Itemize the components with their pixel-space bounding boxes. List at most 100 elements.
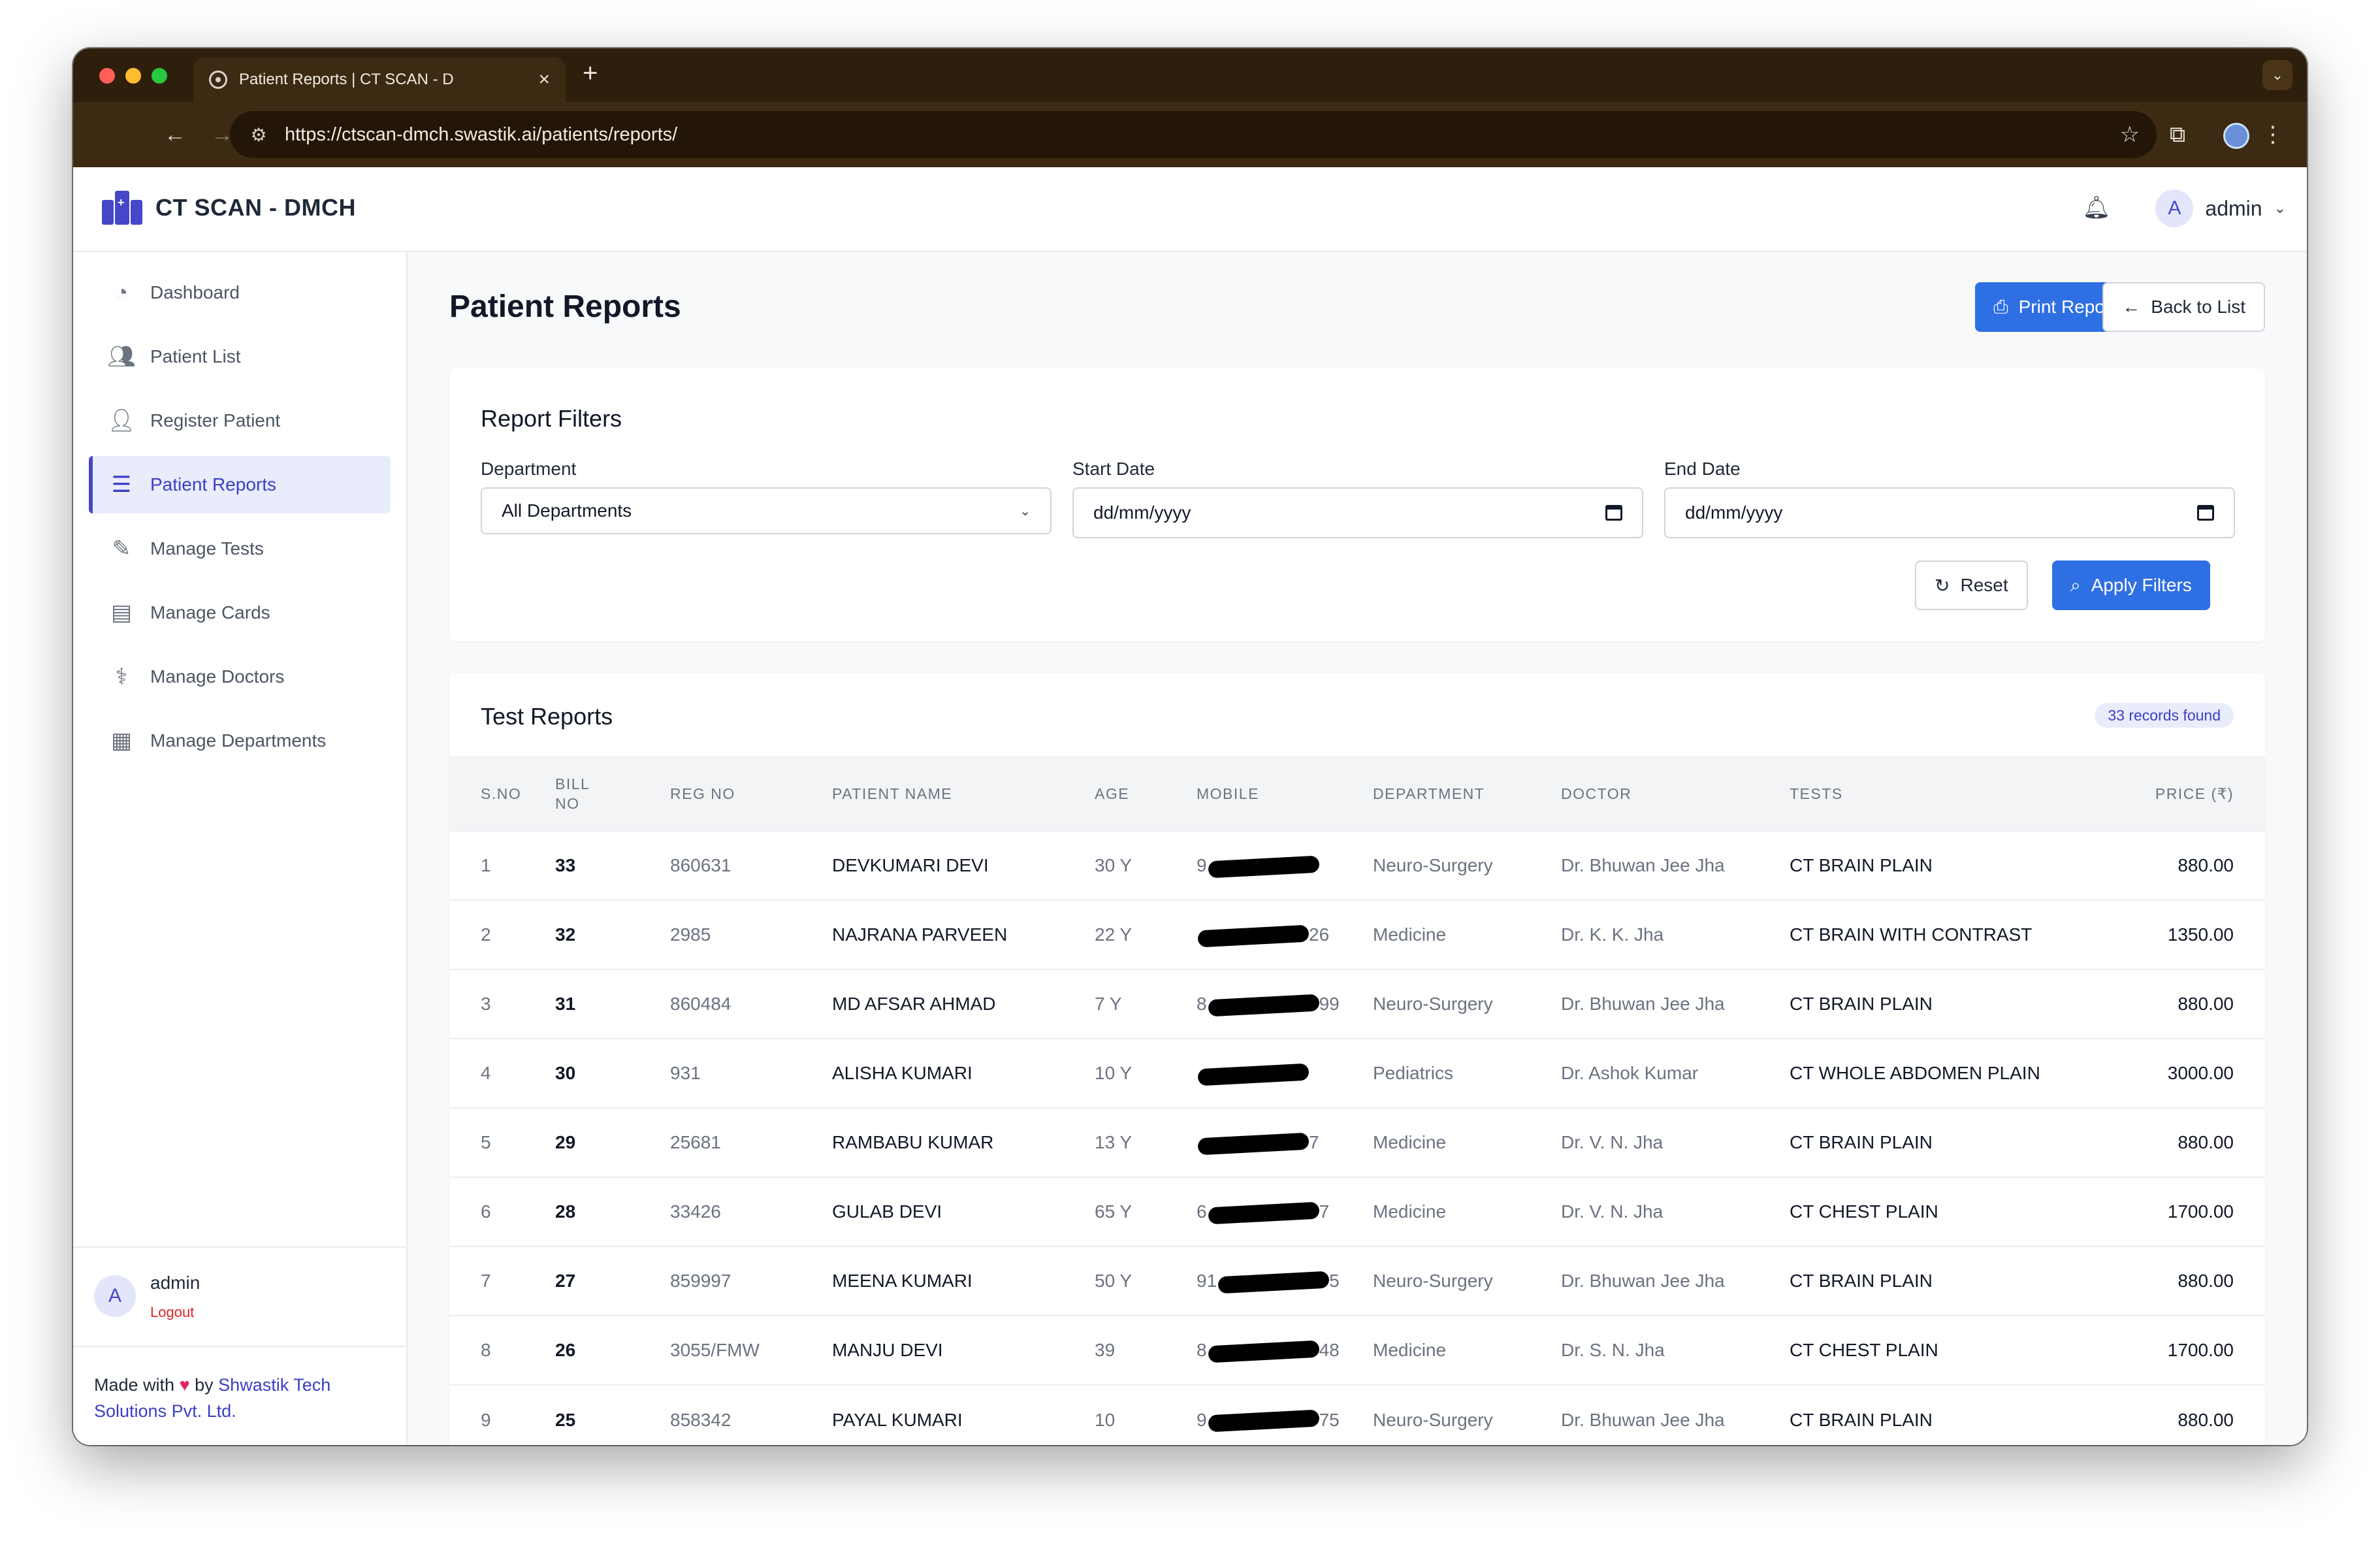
- cell-age: 7 Y: [1095, 969, 1197, 1039]
- bookmark-star-icon[interactable]: ☆: [2120, 122, 2140, 148]
- report-filters-card: Report Filters Department Start Date End…: [449, 368, 2265, 642]
- table-row[interactable]: 6 28 33426 GULAB DEVI 65 Y 6 7 Medicine Dr. V. N…: [449, 1177, 2265, 1246]
- address-bar[interactable]: ⚙ https://ctscan-dmch.swastik.ai/patient…: [230, 111, 2157, 158]
- maximize-window-button[interactable]: [152, 68, 167, 84]
- brand[interactable]: + CT SCAN - DMCH: [102, 191, 356, 225]
- sidebar-item-label: Manage Departments: [150, 730, 327, 751]
- footer-credit: Made with ♥ by Shwastik Tech Solutions P…: [94, 1372, 394, 1424]
- site-settings-icon[interactable]: ⚙: [247, 123, 270, 146]
- cell-bill-no: 25: [555, 1384, 670, 1445]
- close-tab-icon[interactable]: ×: [538, 70, 550, 89]
- table-row[interactable]: 4 30 931 ALISHA KUMARI 10 Y Pediatrics Dr. Ash…: [449, 1038, 2265, 1108]
- cell-mobile: 67: [1197, 1177, 1373, 1246]
- cell-department: Neuro-Surgery: [1373, 1246, 1561, 1316]
- browser-toolbar: ← → ↻ ⚙ https://ctscan-dmch.swastik.ai/p…: [73, 102, 2307, 167]
- globe-icon: [209, 71, 227, 89]
- sidebar-item-patient-list[interactable]: 👥︎ Patient List: [89, 328, 391, 385]
- department-label: Department: [481, 459, 577, 479]
- sidebar-item-register-patient[interactable]: 👤︎ Register Patient: [89, 392, 391, 449]
- cell-test: CT WHOLE ABDOMEN PLAIN: [1790, 1038, 2103, 1108]
- cell-bill-no: 33: [555, 830, 670, 900]
- sidebar-item-manage-cards[interactable]: ▤ Manage Cards: [89, 584, 391, 642]
- logout-link[interactable]: Logout: [150, 1304, 194, 1321]
- redaction-mark: [1197, 924, 1310, 948]
- more-menu-icon[interactable]: ⋮: [2257, 119, 2289, 150]
- start-date-label: Start Date: [1072, 459, 1155, 479]
- sidebar-item-patient-reports[interactable]: ☰ Patient Reports: [89, 456, 391, 513]
- cell-department: Medicine: [1373, 1107, 1561, 1177]
- table-row[interactable]: 7 27 859997 MEENA KUMARI 50 Y 91 5 Neuro-Surger…: [449, 1246, 2265, 1316]
- table-row[interactable]: 9 25 858342 PAYAL KUMARI 10 9 75 Neuro-Surgery D…: [449, 1384, 2265, 1445]
- table-row[interactable]: 1 33 860631 DEVKUMARI DEVI 30 Y 9 Neuro-Surger…: [449, 830, 2265, 900]
- user-menu[interactable]: A admin ⌄: [2155, 189, 2286, 227]
- back-arrow-icon[interactable]: ←: [161, 120, 189, 149]
- reset-button[interactable]: ↻ Reset: [1915, 560, 2028, 610]
- mobile-visible-suffix: 99: [1319, 994, 1340, 1014]
- cell-test: CT CHEST PLAIN: [1790, 1315, 2103, 1385]
- cell-price: 1350.00: [2103, 900, 2265, 969]
- sidebar-item-manage-doctors[interactable]: ⚕ Manage Doctors: [89, 648, 391, 706]
- col-age[interactable]: AGE: [1095, 756, 1197, 831]
- browser-tabbar: Patient Reports | CT SCAN - D × + ⌄: [73, 48, 2307, 102]
- profile-avatar-icon[interactable]: [2223, 123, 2249, 149]
- department-select[interactable]: All Departments ⌄: [481, 487, 1052, 534]
- cell-price: 880.00: [2103, 830, 2265, 900]
- end-date-value: dd/mm/yyyy: [1685, 502, 1783, 523]
- sidebar-item-manage-tests[interactable]: ✎ Manage Tests: [89, 520, 391, 577]
- user-doctor-icon: ⚕: [115, 664, 128, 689]
- col-mobile[interactable]: MOBILE: [1197, 756, 1373, 831]
- calendar-icon[interactable]: [2197, 505, 2214, 521]
- arrow-left-icon: ←: [2122, 297, 2141, 317]
- col-reg-no[interactable]: REG NO: [670, 756, 832, 831]
- back-to-list-button[interactable]: ← Back to List: [2102, 282, 2265, 332]
- end-date-label: End Date: [1664, 459, 1741, 479]
- start-date-input[interactable]: dd/mm/yyyy: [1072, 487, 1643, 538]
- col-price[interactable]: PRICE (₹): [2103, 756, 2265, 831]
- col-bill-no[interactable]: BILL NO: [555, 756, 670, 831]
- mobile-visible-prefix: 8: [1197, 994, 1207, 1014]
- browser-tab-active[interactable]: Patient Reports | CT SCAN - D ×: [193, 57, 566, 102]
- col-sno[interactable]: S.NO: [449, 756, 555, 831]
- extensions-puzzle-icon[interactable]: ⧉: [2162, 119, 2193, 150]
- new-tab-button[interactable]: +: [583, 60, 598, 86]
- cell-sno: 3: [449, 969, 555, 1039]
- table-row[interactable]: 3 31 860484 MD AFSAR AHMAD 7 Y 8 99 Neuro-Surge…: [449, 969, 2265, 1039]
- end-date-input[interactable]: dd/mm/yyyy: [1664, 487, 2235, 538]
- cell-bill-no: 29: [555, 1107, 670, 1177]
- cell-reg-no: 931: [670, 1038, 832, 1108]
- calendar-icon[interactable]: [1605, 505, 1622, 521]
- mobile-visible-suffix: 75: [1319, 1409, 1340, 1430]
- col-tests[interactable]: TESTS: [1790, 756, 2103, 831]
- cell-mobile: 8 48: [1197, 1315, 1373, 1385]
- cell-bill-no: 32: [555, 900, 670, 969]
- cell-sno: 9: [449, 1384, 555, 1445]
- syringe-icon: ✎: [112, 536, 131, 561]
- sidebar-item-label: Patient Reports: [150, 474, 276, 495]
- minimize-window-button[interactable]: [125, 68, 141, 84]
- close-window-button[interactable]: [99, 68, 115, 84]
- table-row[interactable]: 2 32 2985 NAJRANA PARVEEN 22 Y 26 Medicine Dr. …: [449, 900, 2265, 969]
- bell-icon[interactable]: 🔔︎: [2082, 193, 2111, 222]
- cell-patient-name: DEVKUMARI DEVI: [832, 830, 1095, 900]
- table-row[interactable]: 8 26 3055/FMW MANJU DEVI 39 8 48 Medicine Dr. S.…: [449, 1315, 2265, 1385]
- heart-icon: ♥: [179, 1375, 190, 1395]
- redaction-mark: [1197, 1063, 1310, 1086]
- chevron-down-icon: ⌄: [2274, 200, 2286, 216]
- cell-price: 880.00: [2103, 969, 2265, 1039]
- cell-test: CT BRAIN PLAIN: [1790, 830, 2103, 900]
- sidebar-item-dashboard[interactable]: ◔ Dashboard: [89, 264, 391, 321]
- col-department[interactable]: DEPARTMENT: [1373, 756, 1561, 831]
- cell-test: CT BRAIN PLAIN: [1790, 969, 2103, 1039]
- tab-search-chevron-icon[interactable]: ⌄: [2262, 60, 2292, 90]
- sidebar-item-manage-departments[interactable]: ▦ Manage Departments: [89, 712, 391, 770]
- col-patient-name[interactable]: PATIENT NAME: [832, 756, 1095, 831]
- cell-department: Medicine: [1373, 1315, 1561, 1385]
- table-row[interactable]: 5 29 25681 RAMBABU KUMAR 13 Y 7 Medicine Dr. V.…: [449, 1107, 2265, 1177]
- apply-filters-button[interactable]: ⌕ Apply Filters: [2052, 560, 2210, 610]
- user-name: admin: [2205, 196, 2262, 220]
- col-doctor[interactable]: DOCTOR: [1561, 756, 1790, 831]
- cell-department: Neuro-Surgery: [1373, 1384, 1561, 1445]
- sidebar-item-label: Manage Doctors: [150, 666, 285, 687]
- url-text[interactable]: https://ctscan-dmch.swastik.ai/patients/…: [285, 124, 2106, 146]
- mobile-visible-suffix: 7: [1319, 1201, 1330, 1222]
